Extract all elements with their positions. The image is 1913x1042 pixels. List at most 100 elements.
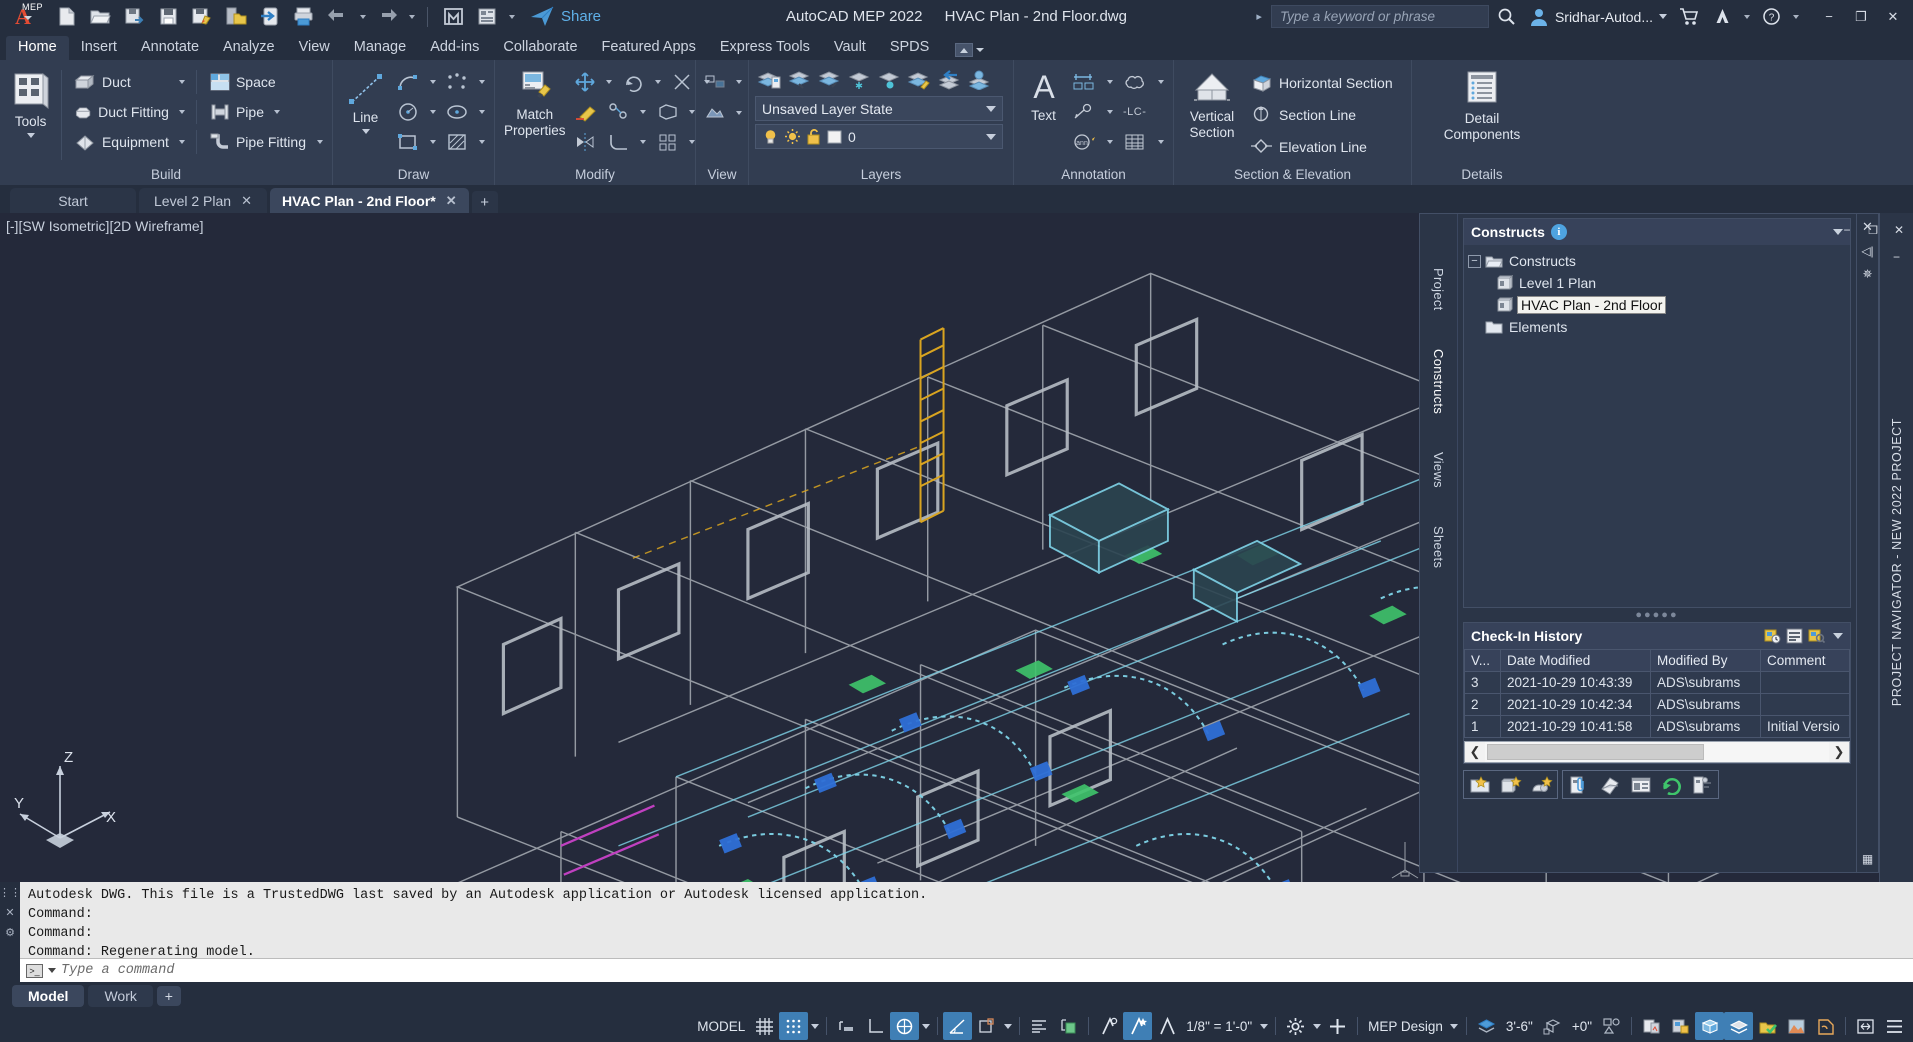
layout-icon[interactable] xyxy=(471,3,503,31)
elevation-line-button[interactable]: Elevation Line xyxy=(1246,133,1397,161)
isolate-objects-status-icon[interactable] xyxy=(1637,1012,1666,1040)
layer-match-button[interactable] xyxy=(905,65,934,93)
repath-button[interactable] xyxy=(1687,771,1718,798)
arc-dropdown-caret-icon[interactable] xyxy=(427,69,438,95)
duct-fitting-button[interactable]: Duct Fitting xyxy=(69,98,173,126)
search-expand-icon[interactable]: ▸ xyxy=(1253,10,1265,23)
rectangle-dropdown-caret-icon[interactable] xyxy=(427,129,438,155)
command-input-placeholder[interactable]: Type a command xyxy=(61,963,174,978)
ellipse-dropdown-caret-icon[interactable] xyxy=(476,99,487,125)
tree-node-hvac-plan-2nd-floor[interactable]: HVAC Plan - 2nd Floor xyxy=(1468,294,1846,316)
palette-properties-button[interactable] xyxy=(1625,771,1656,798)
column-comment[interactable]: Comment xyxy=(1761,650,1850,672)
annotation-scale-sync-toggle[interactable] xyxy=(1094,1012,1123,1040)
rectangle-button[interactable] xyxy=(393,128,423,156)
revision-cloud-button[interactable] xyxy=(1119,68,1151,96)
command-drag-handle-icon[interactable]: ⋮⋮ xyxy=(0,886,21,899)
redo-dropdown-caret-icon[interactable] xyxy=(405,3,418,31)
layer-off-button[interactable] xyxy=(785,65,814,93)
detail-components-button[interactable]: Detail Components xyxy=(1427,66,1537,146)
freeze-layer-button[interactable] xyxy=(845,65,874,93)
rotate-button[interactable] xyxy=(619,68,649,96)
document-tab-close-icon[interactable]: ✕ xyxy=(446,193,457,209)
polar-tracking-toggle[interactable] xyxy=(943,1012,972,1040)
layer-merge-button[interactable] xyxy=(965,65,994,93)
line-button[interactable]: Line xyxy=(340,66,391,138)
restore-window-button[interactable]: ❐ xyxy=(1845,2,1877,32)
linetype-scale-button[interactable]: -LC- xyxy=(1119,98,1150,126)
new-layout-button[interactable]: + xyxy=(157,986,181,1006)
palette-properties-gear-icon[interactable]: ✵ xyxy=(1862,267,1872,281)
help-caret-icon[interactable] xyxy=(1789,3,1802,31)
add-element-button[interactable] xyxy=(1526,771,1557,798)
add-category-button[interactable] xyxy=(1464,771,1495,798)
leader-button[interactable] xyxy=(1068,98,1100,126)
lock-ui-icon[interactable] xyxy=(1666,1012,1695,1040)
search-input[interactable] xyxy=(1271,5,1489,28)
viewport-label[interactable]: [-][SW Isometric][2D Wireframe] xyxy=(6,218,204,234)
arc-button[interactable] xyxy=(393,68,423,96)
cut-plane-icon[interactable] xyxy=(1538,1012,1567,1040)
stretch-button[interactable] xyxy=(653,98,683,126)
palette-autohide-icon[interactable]: ◁| xyxy=(1861,244,1873,258)
command-line-grip[interactable]: ⋮⋮ ✕ ⚙ xyxy=(0,882,20,982)
infer-constraints-toggle[interactable] xyxy=(832,1012,861,1040)
palette-tab-project[interactable]: Project xyxy=(1429,256,1448,323)
palette-tab-views[interactable]: Views xyxy=(1429,440,1448,500)
check-in-history-caret-icon[interactable] xyxy=(1833,633,1843,639)
move-dropdown-caret-icon[interactable] xyxy=(604,69,615,95)
model-space-button[interactable]: MODEL xyxy=(692,1012,750,1040)
palette-dock-icon[interactable]: ▦ xyxy=(1862,852,1873,866)
minimize-window-button[interactable]: − xyxy=(1813,2,1845,32)
autocad-mep-logo[interactable]: A MEP xyxy=(0,0,46,33)
table-row[interactable]: 3 2021-10-29 10:43:39 ADS\subrams xyxy=(1465,672,1850,694)
close-window-button[interactable]: ✕ xyxy=(1877,2,1909,32)
pipe-fitting-button[interactable]: Pipe Fitting xyxy=(205,128,310,156)
elevation-value[interactable]: 3'-6" xyxy=(1501,1012,1538,1040)
palette-close-button[interactable]: ✕ xyxy=(1887,219,1911,241)
visual-style-status-icon[interactable] xyxy=(1782,1012,1811,1040)
annotation-monitor-single-toggle[interactable] xyxy=(1152,1012,1181,1040)
layer-unlock-icon[interactable] xyxy=(806,128,821,145)
fillet-dropdown-caret-icon[interactable] xyxy=(638,129,649,155)
copy-dropdown-caret-icon[interactable] xyxy=(638,99,649,125)
history-horizontal-scrollbar[interactable]: ❮ ❯ xyxy=(1464,741,1850,763)
palette-tab-constructs[interactable]: Constructs xyxy=(1429,337,1448,426)
layer-color-swatch[interactable] xyxy=(826,128,843,145)
redo-icon[interactable] xyxy=(371,3,403,31)
publish-icon[interactable] xyxy=(254,3,286,31)
account-menu[interactable]: Sridhar-Autod... xyxy=(1525,7,1671,26)
object-selection-icon[interactable] xyxy=(1597,1012,1626,1040)
search-icon[interactable] xyxy=(1492,3,1522,31)
grid-display-toggle[interactable] xyxy=(750,1012,779,1040)
refresh-button[interactable] xyxy=(1656,771,1687,798)
undo-dropdown-caret-icon[interactable] xyxy=(356,3,369,31)
tree-node-elements-folder[interactable]: Elements xyxy=(1468,316,1846,338)
equipment-dropdown-caret-icon[interactable] xyxy=(177,129,188,155)
visual-style-caret-icon[interactable] xyxy=(734,100,745,126)
ribbon-tab-insert[interactable]: Insert xyxy=(69,36,129,60)
table-row[interactable]: 2 2021-10-29 10:42:34 ADS\subrams xyxy=(1465,694,1850,716)
apps-caret-icon[interactable] xyxy=(1740,3,1753,31)
annotation-monitor-toggle[interactable] xyxy=(1025,1012,1054,1040)
elevation-icon[interactable] xyxy=(1472,1012,1501,1040)
undo-icon[interactable] xyxy=(322,3,354,31)
tree-node-constructs-folder[interactable]: − Constructs xyxy=(1468,250,1846,272)
app-menu-caret-icon[interactable] xyxy=(24,16,32,20)
cut-plane-value[interactable]: +0" xyxy=(1567,1012,1597,1040)
command-close-icon[interactable]: ✕ xyxy=(5,906,14,919)
ribbon-tab-home[interactable]: Home xyxy=(6,36,69,60)
annotation-object-icon[interactable] xyxy=(1811,1012,1840,1040)
duct-fitting-dropdown-caret-icon[interactable] xyxy=(177,99,188,125)
current-layer-dropdown[interactable]: 0 xyxy=(755,124,1003,149)
turn-on-layers-button[interactable] xyxy=(875,65,904,93)
point-button[interactable] xyxy=(442,68,472,96)
isolate-layer-button[interactable] xyxy=(815,65,844,93)
isometric-drafting-toggle[interactable] xyxy=(972,1012,1001,1040)
vertical-section-button[interactable]: Vertical Section xyxy=(1181,66,1243,144)
document-tab-close-icon[interactable]: ✕ xyxy=(241,193,252,209)
command-customize-icon[interactable]: ⚙ xyxy=(5,926,15,939)
ribbon-tab-analyze[interactable]: Analyze xyxy=(211,36,287,60)
workspace-settings-icon[interactable] xyxy=(1281,1012,1310,1040)
dimension-button[interactable] xyxy=(1068,68,1100,96)
